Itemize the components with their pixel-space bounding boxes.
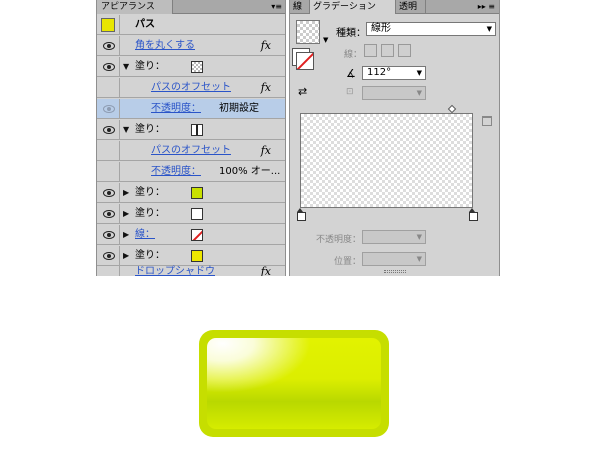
opacity-link[interactable]: 不透明度：: [151, 99, 201, 119]
fx-icon: fx: [260, 265, 271, 276]
appearance-row[interactable]: 不透明度： 100% オー...: [97, 162, 285, 182]
stroke-box-none[interactable]: [296, 52, 314, 70]
chevron-down-icon: ▼: [416, 69, 422, 77]
fill-swatch[interactable]: [191, 124, 203, 136]
button-highlight: [207, 338, 312, 393]
tab-transparency[interactable]: 透明: [396, 0, 426, 14]
visibility-eye-icon[interactable]: [103, 189, 115, 197]
angle-value: 112°: [367, 67, 392, 78]
reverse-gradient-icon[interactable]: ⇄: [298, 85, 307, 98]
stroke-swatch-none[interactable]: [191, 229, 203, 241]
position-label: 位置：: [334, 257, 362, 267]
fill-label: 塗り：: [135, 61, 165, 72]
chevron-down-icon[interactable]: ▼: [323, 36, 328, 44]
fill-label: 塗り：: [135, 124, 165, 135]
visibility-eye-icon[interactable]: [103, 42, 115, 50]
disclosure-down-icon[interactable]: ▼: [123, 57, 129, 77]
visibility-eye-icon[interactable]: [103, 126, 115, 134]
tab-gradient[interactable]: グラデーション: [310, 0, 396, 14]
gradient-ramp[interactable]: [300, 113, 473, 208]
resize-grip-icon[interactable]: [384, 270, 406, 273]
panel-menu-icon[interactable]: ▾≡: [271, 0, 282, 14]
stroke-gradient-across-button[interactable]: [398, 44, 411, 57]
angle-icon: ∡: [346, 67, 356, 80]
gradient-panel: 線 グラデーション 透明 ▸▸ ≡ ▼ 種類： 線形 ▼ 線： ∡ 112° ▼…: [289, 0, 500, 276]
opacity-value: 初期設定: [219, 103, 259, 114]
gradient-stop-left[interactable]: [297, 208, 306, 221]
visibility-eye-icon[interactable]: [103, 105, 115, 113]
appearance-row[interactable]: パスのオフセット fx: [97, 78, 285, 98]
fill-label: 塗り：: [135, 208, 165, 219]
fx-icon: fx: [260, 39, 271, 52]
appearance-row[interactable]: ▶ 塗り：: [97, 183, 285, 203]
aspect-ratio-icon: ⊡: [346, 87, 354, 97]
opacity-label: 不透明度：: [316, 235, 362, 245]
opacity-value: 100% オー...: [219, 166, 281, 177]
visibility-eye-icon[interactable]: [103, 231, 115, 239]
stroke-gradient-within-button[interactable]: [364, 44, 377, 57]
opacity-link[interactable]: 不透明度：: [151, 162, 201, 182]
chevron-down-icon: ▼: [486, 25, 492, 33]
effect-link[interactable]: パスのオフセット: [151, 78, 231, 98]
gradient-type-value: 線形: [371, 23, 391, 34]
chevron-down-icon: ▼: [416, 255, 422, 263]
appearance-row[interactable]: ▼ 塗り：: [97, 57, 285, 77]
appearance-tabbar: アピアランス ▾≡: [97, 0, 285, 14]
appearance-row-selected[interactable]: 不透明度： 初期設定: [97, 99, 285, 119]
gradient-stop-right[interactable]: [469, 208, 478, 221]
fill-swatch[interactable]: [191, 250, 203, 262]
type-label: 種類：: [336, 28, 366, 39]
appearance-header-row[interactable]: パス: [97, 15, 285, 35]
fill-swatch[interactable]: [191, 208, 203, 220]
appearance-row[interactable]: ▼ 塗り：: [97, 120, 285, 140]
button-face: [207, 338, 381, 429]
effect-link[interactable]: 角を丸くする: [135, 36, 195, 56]
fx-icon: fx: [260, 144, 271, 157]
chevron-down-icon: ▼: [416, 89, 422, 97]
stop-position-input: ▼: [362, 252, 426, 266]
panel-menu-icon[interactable]: ▸▸ ≡: [478, 2, 495, 11]
disclosure-right-icon[interactable]: ▶: [123, 225, 129, 245]
visibility-eye-icon[interactable]: [103, 63, 115, 71]
tab-stroke[interactable]: 線: [290, 0, 310, 14]
appearance-panel: アピアランス ▾≡ パス 角を丸くする fx ▼ 塗り： パスのオフセット fx…: [96, 0, 286, 276]
disclosure-down-icon[interactable]: ▼: [123, 120, 129, 140]
effect-link[interactable]: ドロップシャドウ: [135, 262, 215, 276]
object-thumbnail: [101, 18, 115, 32]
gradient-preview-swatch[interactable]: [296, 20, 320, 44]
disclosure-right-icon[interactable]: ▶: [123, 183, 129, 203]
chevron-down-icon: ▼: [416, 233, 422, 241]
stroke-label: 線：: [344, 50, 363, 60]
appearance-row[interactable]: ▶ 塗り：: [97, 204, 285, 224]
visibility-eye-icon[interactable]: [103, 252, 115, 260]
stop-opacity-input: ▼: [362, 230, 426, 244]
rounded-button-artwork: [199, 330, 389, 437]
effect-link[interactable]: パスのオフセット: [151, 141, 231, 161]
object-type-label: パス: [135, 19, 155, 30]
appearance-row[interactable]: パスのオフセット fx: [97, 141, 285, 161]
tab-appearance[interactable]: アピアランス: [97, 0, 173, 14]
fx-icon: fx: [260, 81, 271, 94]
fill-swatch[interactable]: [191, 61, 203, 73]
angle-input[interactable]: 112° ▼: [362, 66, 426, 80]
appearance-row[interactable]: ドロップシャドウ fx: [97, 262, 285, 276]
fill-label: 塗り：: [135, 187, 165, 198]
fill-swatch[interactable]: [191, 187, 203, 199]
midpoint-diamond-handle[interactable]: [447, 104, 457, 114]
stroke-link[interactable]: 線：: [135, 225, 155, 245]
trash-icon[interactable]: [482, 116, 492, 126]
stroke-gradient-along-button[interactable]: [381, 44, 394, 57]
disclosure-right-icon[interactable]: ▶: [123, 204, 129, 224]
gradient-type-select[interactable]: 線形 ▼: [366, 22, 496, 36]
visibility-eye-icon[interactable]: [103, 210, 115, 218]
aspect-ratio-input: ▼: [362, 86, 426, 100]
gradient-tabbar: 線 グラデーション 透明 ▸▸ ≡: [290, 0, 499, 14]
appearance-row[interactable]: 角を丸くする fx: [97, 36, 285, 56]
appearance-row[interactable]: ▶ 線：: [97, 225, 285, 245]
